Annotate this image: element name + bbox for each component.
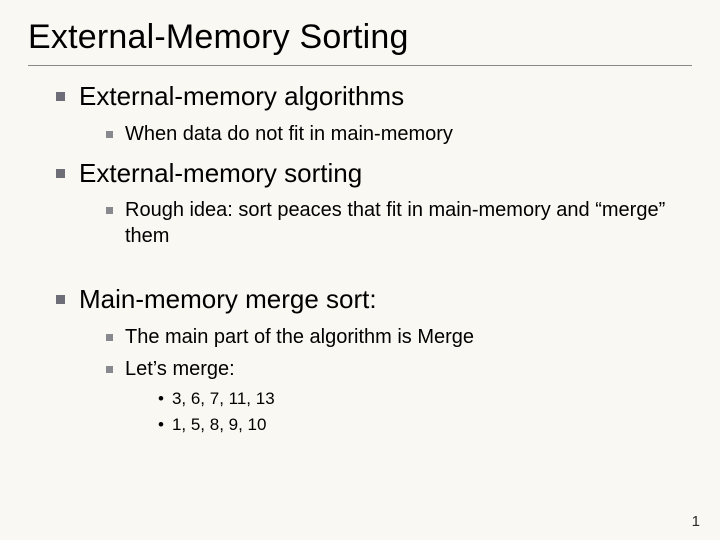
bullet-level3: • 3, 6, 7, 11, 13 [158, 388, 692, 411]
bullet-text: External-memory algorithms [79, 80, 404, 113]
bullet-level1: External-memory algorithms [56, 80, 692, 113]
disc-bullet-icon: • [158, 414, 164, 437]
bullet-text: Let’s merge: [125, 356, 235, 382]
bullet-text: Main-memory merge sort: [79, 283, 377, 316]
bullet-text: When data do not fit in main-memory [125, 121, 453, 147]
square-bullet-icon [106, 207, 113, 214]
slide-title: External-Memory Sorting [28, 18, 692, 57]
bullet-text: Rough idea: sort peaces that fit in main… [125, 197, 685, 249]
bullet-text: External-memory sorting [79, 157, 362, 190]
bullet-level2: When data do not fit in main-memory [106, 121, 692, 147]
square-bullet-icon [106, 334, 113, 341]
square-bullet-icon [106, 131, 113, 138]
bullet-text: The main part of the algorithm is Merge [125, 324, 474, 350]
bullet-text: 1, 5, 8, 9, 10 [172, 414, 267, 437]
square-bullet-icon [56, 295, 65, 304]
bullet-level1: Main-memory merge sort: [56, 283, 692, 316]
disc-bullet-icon: • [158, 388, 164, 411]
bullet-level2: Rough idea: sort peaces that fit in main… [106, 197, 692, 249]
square-bullet-icon [56, 92, 65, 101]
bullet-level1: External-memory sorting [56, 157, 692, 190]
bullet-level3: • 1, 5, 8, 9, 10 [158, 414, 692, 437]
page-number: 1 [692, 513, 700, 530]
bullet-level2: Let’s merge: [106, 356, 692, 382]
slide: External-Memory Sorting External-memory … [0, 0, 720, 540]
bullet-level2: The main part of the algorithm is Merge [106, 324, 692, 350]
title-underline [28, 65, 692, 66]
square-bullet-icon [106, 366, 113, 373]
square-bullet-icon [56, 169, 65, 178]
bullet-text: 3, 6, 7, 11, 13 [172, 388, 275, 411]
